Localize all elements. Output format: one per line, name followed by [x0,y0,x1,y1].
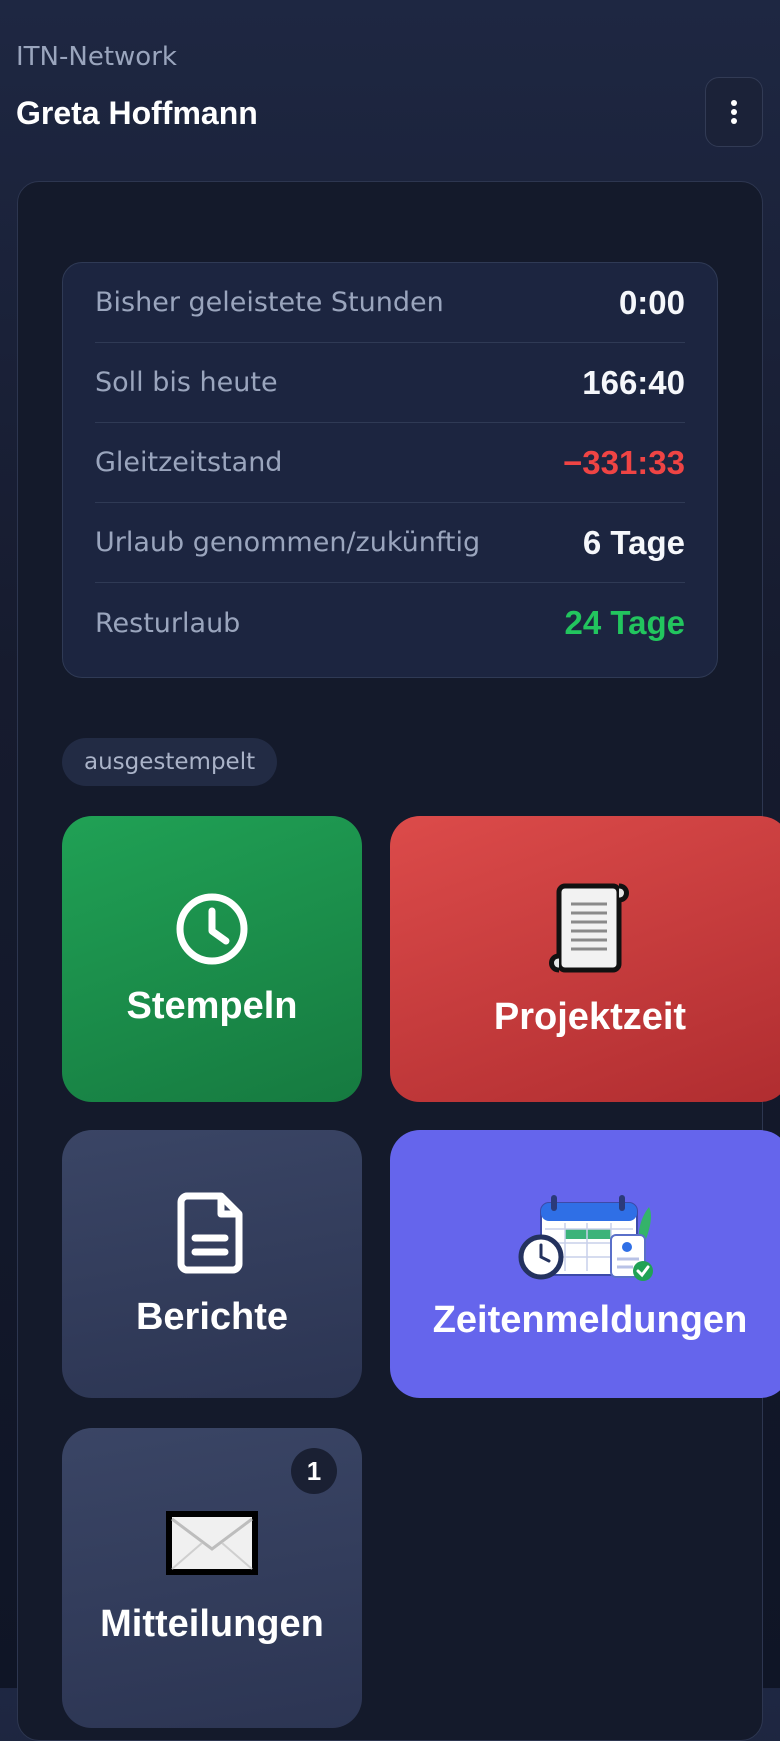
stat-row-hours: Bisher geleistete Stunden 0:00 [95,263,685,343]
more-menu-button[interactable] [705,77,763,147]
stat-label: Bisher geleistete Stunden [95,287,444,318]
status-badge: ausgestempelt [62,738,278,786]
tile-label: Projektzeit [493,995,687,1038]
tile-label: Stempeln [126,984,298,1027]
org-name: ITN-Network [16,42,177,72]
tile-label: Mitteilungen [100,1602,324,1645]
document-icon [177,1192,243,1273]
stat-row-vacation-remaining: Resturlaub 24 Tage [95,583,685,663]
stat-value: 0:00 [618,283,685,321]
stat-value: 6 Tage [582,523,685,561]
more-vertical-icon [731,100,737,124]
stat-label: Gleitzeitstand [95,447,283,478]
stempeln-tile[interactable]: Stempeln [62,816,362,1102]
stats-card: Bisher geleistete Stunden 0:00 Soll bis … [62,262,718,678]
stat-label: Soll bis heute [95,367,278,398]
app-header: ITN-Network Greta Hoffmann [0,0,780,170]
scroll-icon [549,883,629,972]
stat-row-target: Soll bis heute 166:40 [95,343,685,423]
notification-count-badge: 1 [291,1448,337,1494]
stat-label: Urlaub genommen/zukünftig [95,527,481,558]
tile-label: Berichte [135,1295,289,1338]
stat-label: Resturlaub [95,607,241,639]
projektzeit-tile[interactable]: Projektzeit [390,816,780,1102]
calendar-icon [518,1194,653,1281]
zeitenmeldungen-tile[interactable]: Zeitenmeldungen [390,1130,780,1398]
tile-label: Zeitenmeldungen [432,1298,748,1341]
clock-icon [176,893,248,964]
stat-value: 166:40 [582,363,685,401]
berichte-tile[interactable]: Berichte [62,1130,362,1398]
stat-row-flextime: Gleitzeitstand −331:33 [95,423,685,503]
stat-value: −331:33 [562,443,685,481]
envelope-icon [166,1510,258,1575]
stat-value: 24 Tage [564,604,685,641]
stat-row-vacation-taken: Urlaub genommen/zukünftig 6 Tage [95,503,685,583]
user-name: Greta Hoffmann [16,95,258,131]
